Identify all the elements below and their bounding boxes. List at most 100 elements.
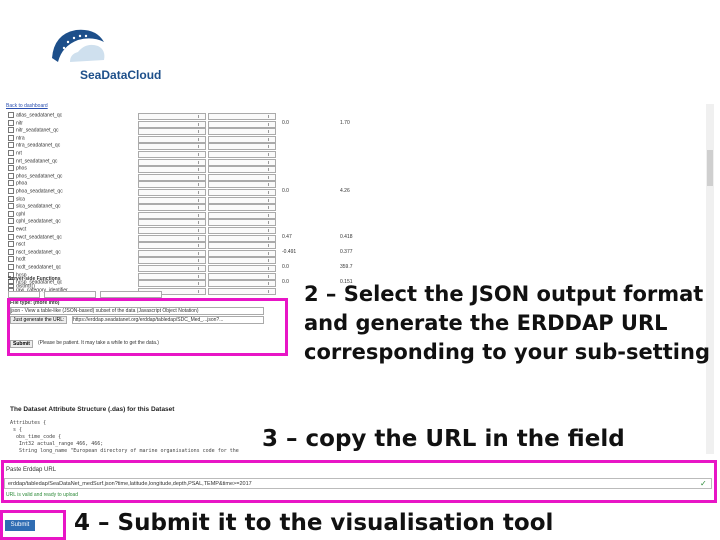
variable-row[interactable]: cphl xyxy=(8,210,25,218)
constraint-operator-select[interactable] xyxy=(138,242,206,250)
constraint-operator-select[interactable] xyxy=(138,120,206,128)
constraint-operator-select[interactable] xyxy=(208,242,276,250)
constraint-operator-select[interactable] xyxy=(138,166,206,174)
constraint-operator-select[interactable] xyxy=(208,173,276,181)
constraint-operator-select[interactable] xyxy=(208,158,276,166)
variable-row[interactable]: slca_seadatanet_qc xyxy=(8,203,60,210)
variable-row[interactable]: ntra xyxy=(8,134,25,142)
constraint-operator-select[interactable] xyxy=(208,151,276,158)
variable-row[interactable]: atlas_seadatanet_qc xyxy=(8,112,62,119)
constraint-operator-select[interactable] xyxy=(138,151,206,158)
constraint-operator-select[interactable] xyxy=(138,272,206,280)
constraint-operator-select[interactable] xyxy=(138,113,206,120)
variable-row[interactable]: nitr xyxy=(8,119,23,127)
back-to-dashboard-link[interactable]: Back to dashboard xyxy=(6,103,48,110)
constraint-operator-select[interactable] xyxy=(208,120,276,128)
constraint-operator-select[interactable] xyxy=(138,181,206,189)
variable-name: phoa_seadatanet_qc xyxy=(16,188,63,195)
constraint-operator-select[interactable] xyxy=(138,227,206,234)
step-2-caption: 2 – Select the JSON output format and ge… xyxy=(304,282,710,364)
variable-name: phos xyxy=(16,165,27,172)
constraint-operator-select[interactable] xyxy=(208,272,276,280)
seadatacloud-logo-icon xyxy=(52,29,105,62)
constraint-operator-select[interactable] xyxy=(208,166,276,174)
constraint-operator-select[interactable] xyxy=(138,257,206,265)
variable-name: ewct_seadatanet_qc xyxy=(16,233,62,240)
das-line: Attributes { xyxy=(10,420,47,426)
variable-name: hcdt_seadatanet_qc xyxy=(16,264,62,271)
checkbox-icon xyxy=(8,172,14,179)
function-select-2[interactable] xyxy=(44,291,96,298)
constraint-operator-select[interactable] xyxy=(138,204,206,212)
constraint-operator-select[interactable] xyxy=(208,128,276,136)
step-3-caption: 3 – copy the URL in the field xyxy=(262,426,625,452)
variable-name: slca_seadatanet_qc xyxy=(16,203,61,210)
checkbox-icon xyxy=(8,283,14,289)
constraint-operator-select[interactable] xyxy=(208,265,276,272)
constraint-operator-select[interactable] xyxy=(138,189,206,196)
variable-name: nrt xyxy=(16,150,22,157)
range-max: 0.377 xyxy=(340,248,353,255)
constraint-operator-select[interactable] xyxy=(208,249,276,257)
function-select-3[interactable] xyxy=(100,291,162,298)
variable-row[interactable]: hcdt xyxy=(8,256,25,263)
constraint-operator-select[interactable] xyxy=(208,234,276,242)
variable-name: phos_seadatanet_qc xyxy=(16,173,63,180)
variable-row[interactable]: nitr_seadatanet_qc xyxy=(8,127,59,134)
constraint-operator-select[interactable] xyxy=(208,280,276,288)
checkbox-icon xyxy=(8,264,14,270)
constraint-operator-select[interactable] xyxy=(208,287,276,295)
variable-name: phoa xyxy=(16,180,28,187)
variable-name: nitr_seadatanet_qc xyxy=(16,127,59,134)
constraint-operator-select[interactable] xyxy=(208,227,276,234)
constraint-operator-select[interactable] xyxy=(138,128,206,136)
constraint-operator-select[interactable] xyxy=(138,219,206,227)
variable-row[interactable]: ntra_seadatanet_qc xyxy=(8,142,60,149)
variable-row[interactable]: nsct_seadatanet_qc xyxy=(8,248,61,256)
constraint-operator-select[interactable] xyxy=(138,143,206,151)
distinct-label: distinct() xyxy=(16,283,35,290)
constraint-operator-select[interactable] xyxy=(208,204,276,212)
constraint-operator-select[interactable] xyxy=(208,189,276,196)
variable-row[interactable]: nrt_seadatanet_qc xyxy=(8,157,57,165)
constraint-operator-select[interactable] xyxy=(208,181,276,189)
variable-row[interactable]: phos xyxy=(8,165,27,172)
constraint-operator-select[interactable] xyxy=(138,135,206,143)
constraint-operator-select[interactable] xyxy=(138,249,206,257)
variable-row[interactable]: nsct xyxy=(8,241,25,248)
constraint-operator-select[interactable] xyxy=(138,234,206,242)
variable-name: ntra_seadatanet_qc xyxy=(16,142,61,149)
erddap-url-highlight xyxy=(1,460,717,503)
checkbox-icon xyxy=(8,203,14,210)
variable-row[interactable]: ewct_seadatanet_qc xyxy=(8,233,62,241)
constraint-operator-select[interactable] xyxy=(208,211,276,219)
checkbox-icon xyxy=(8,233,14,240)
variable-row[interactable]: hcdt_seadatanet_qc xyxy=(8,264,61,271)
constraint-operator-select[interactable] xyxy=(208,219,276,227)
variable-row[interactable]: phos_seadatanet_qc xyxy=(8,172,63,180)
constraint-operator-select[interactable] xyxy=(138,265,206,272)
variable-row[interactable]: phoa_seadatanet_qc xyxy=(8,188,63,195)
constraint-operator-select[interactable] xyxy=(208,143,276,151)
variable-row[interactable]: phoa xyxy=(8,180,27,187)
function-select-1[interactable] xyxy=(8,291,40,298)
scrollbar-thumb[interactable] xyxy=(707,150,713,186)
constraint-operator-select[interactable] xyxy=(208,113,276,120)
variable-row[interactable]: cphl_seadatanet_qc xyxy=(8,218,61,225)
constraint-operator-select[interactable] xyxy=(208,135,276,143)
distinct-checkbox[interactable]: distinct() xyxy=(8,283,35,290)
constraint-operator-select[interactable] xyxy=(138,196,206,204)
variable-row[interactable]: ewct xyxy=(8,226,26,233)
checkbox-icon xyxy=(8,218,14,225)
checkbox-icon xyxy=(8,112,14,118)
constraint-operator-select[interactable] xyxy=(138,280,206,288)
variable-row[interactable]: nrt xyxy=(8,150,22,157)
constraint-operator-select[interactable] xyxy=(138,173,206,181)
constraint-operator-select[interactable] xyxy=(208,196,276,204)
checkbox-icon xyxy=(8,134,14,141)
variable-row[interactable]: slca xyxy=(8,195,25,203)
constraint-operator-select[interactable] xyxy=(208,257,276,265)
variable-name: nitr xyxy=(16,119,23,126)
constraint-operator-select[interactable] xyxy=(138,158,206,166)
constraint-operator-select[interactable] xyxy=(138,211,206,219)
